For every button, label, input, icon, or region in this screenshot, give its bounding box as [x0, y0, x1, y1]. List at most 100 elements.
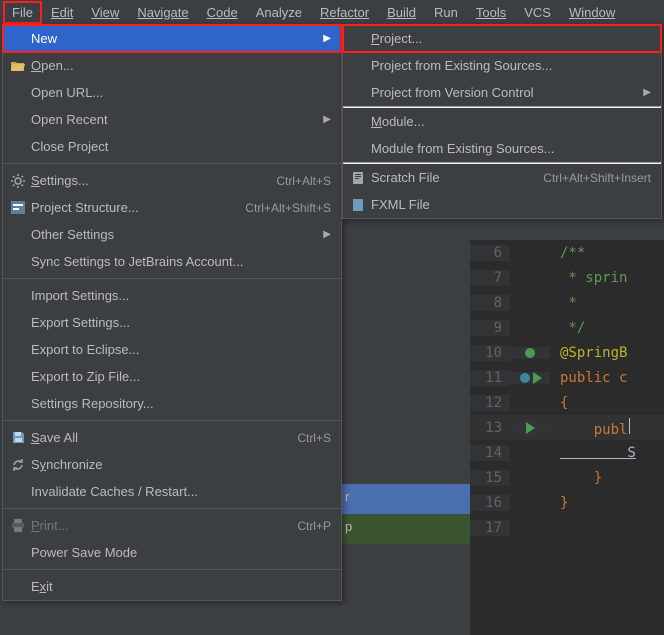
file-menu-dropdown: New ▶ OOpen...pen... Open URL... Open Re… — [2, 24, 342, 601]
file-invalidate-caches[interactable]: Invalidate Caches / Restart... — [3, 478, 341, 505]
file-open-recent[interactable]: Open Recent ▶ — [3, 106, 341, 133]
new-project[interactable]: Project... — [343, 25, 661, 52]
file-save-all-label: Save All — [31, 430, 297, 445]
bg-hint-p — [340, 514, 470, 544]
new-submenu: Project... Project from Existing Sources… — [342, 24, 662, 219]
file-open-label: OOpen...pen... — [31, 58, 331, 73]
new-project-vcs-label: Project from Version Control — [371, 85, 641, 100]
line-number: 17 — [470, 520, 510, 536]
file-close-project-label: Close Project — [31, 139, 331, 154]
file-open[interactable]: OOpen...pen... — [3, 52, 341, 79]
file-export-eclipse[interactable]: Export to Eclipse... — [3, 336, 341, 363]
line-number: 7 — [470, 270, 510, 286]
file-settings-repository[interactable]: Settings Repository... — [3, 390, 341, 417]
new-fxml-file[interactable]: FXML File — [343, 191, 661, 218]
file-import-settings[interactable]: Import Settings... — [3, 282, 341, 309]
bg-letter-p: p — [345, 519, 352, 534]
file-project-structure[interactable]: Project Structure... Ctrl+Alt+Shift+S — [3, 194, 341, 221]
file-save-all[interactable]: Save All Ctrl+S — [3, 424, 341, 451]
file-export-settings[interactable]: Export Settings... — [3, 309, 341, 336]
new-module-label: Module... — [371, 114, 651, 129]
menu-run[interactable]: Run — [426, 2, 466, 23]
submenu-arrow-icon: ▶ — [321, 33, 331, 44]
file-power-save[interactable]: Power Save Mode — [3, 539, 341, 566]
line-number: 8 — [470, 295, 510, 311]
new-scratch-file-label: Scratch File — [371, 170, 543, 185]
new-project-existing-label: Project from Existing Sources... — [371, 58, 651, 73]
file-export-settings-label: Export Settings... — [31, 315, 331, 330]
file-new[interactable]: New ▶ — [3, 25, 341, 52]
file-open-recent-label: Open Recent — [31, 112, 321, 127]
menu-build[interactable]: Build — [379, 2, 424, 23]
menu-code[interactable]: Code — [199, 2, 246, 23]
new-fxml-file-label: FXML File — [371, 197, 651, 212]
text-caret — [629, 418, 630, 434]
file-print[interactable]: Print... Ctrl+P — [3, 512, 341, 539]
file-print-label: Print... — [31, 518, 297, 533]
menu-separator — [3, 508, 341, 509]
settings-icon — [9, 172, 27, 190]
code-line: publ — [550, 418, 630, 438]
play-icon — [526, 422, 535, 434]
menu-file[interactable]: File — [4, 2, 41, 23]
submenu-arrow-icon: ▶ — [321, 229, 331, 240]
new-project-vcs[interactable]: Project from Version Control ▶ — [343, 79, 661, 106]
menu-view[interactable]: View — [83, 2, 127, 23]
line-number: 12 — [470, 395, 510, 411]
menu-refactor[interactable]: Refactor — [312, 2, 377, 23]
new-module-existing[interactable]: Module from Existing Sources... — [343, 135, 661, 162]
menu-analyze[interactable]: Analyze — [248, 2, 310, 23]
run-gutter-icon[interactable] — [510, 422, 550, 434]
code-line: */ — [550, 320, 585, 336]
file-synchronize[interactable]: Synchronize — [3, 451, 341, 478]
file-power-save-label: Power Save Mode — [31, 545, 331, 560]
fxml-file-icon — [349, 196, 367, 214]
code-line: @SpringB — [550, 345, 627, 361]
file-settings-label: Settings... — [31, 173, 276, 188]
sync-icon — [9, 456, 27, 474]
new-project-existing[interactable]: Project from Existing Sources... — [343, 52, 661, 79]
line-number: 16 — [470, 495, 510, 511]
project-structure-icon — [9, 199, 27, 217]
file-export-zip[interactable]: Export to Zip File... — [3, 363, 341, 390]
file-exit[interactable]: Exit — [3, 573, 341, 600]
code-line: { — [550, 395, 568, 411]
file-sync-settings[interactable]: Sync Settings to JetBrains Account... — [3, 248, 341, 275]
file-export-zip-label: Export to Zip File... — [31, 369, 331, 384]
save-icon — [9, 429, 27, 447]
menu-navigate[interactable]: Navigate — [129, 2, 196, 23]
code-editor[interactable]: 6/** 7 * sprin 8 * 9 */ 10@SpringB 11pub… — [470, 240, 664, 635]
print-icon — [9, 517, 27, 535]
line-number: 14 — [470, 445, 510, 461]
new-project-label: Project... — [371, 31, 651, 46]
bg-letter-r: r — [345, 489, 349, 504]
file-settings[interactable]: Settings... Ctrl+Alt+S — [3, 167, 341, 194]
file-synchronize-label: Synchronize — [31, 457, 331, 472]
new-module[interactable]: Module... — [343, 108, 661, 135]
menu-edit[interactable]: Edit — [43, 2, 81, 23]
code-line: * — [550, 295, 577, 311]
menu-tools[interactable]: Tools — [468, 2, 514, 23]
file-exit-label: Exit — [31, 579, 331, 594]
file-other-settings[interactable]: Other Settings ▶ — [3, 221, 341, 248]
file-new-label: New — [31, 31, 321, 46]
line-number: 15 — [470, 470, 510, 486]
menu-window[interactable]: Window — [561, 2, 623, 23]
run-gutter-icon[interactable] — [510, 372, 550, 384]
menu-separator — [3, 278, 341, 279]
file-import-settings-label: Import Settings... — [31, 288, 331, 303]
file-project-structure-shortcut: Ctrl+Alt+Shift+S — [245, 201, 331, 215]
file-sync-settings-label: Sync Settings to JetBrains Account... — [31, 254, 331, 269]
code-line: } — [550, 470, 602, 486]
run-gutter-icon[interactable] — [510, 347, 550, 359]
file-close-project[interactable]: Close Project — [3, 133, 341, 160]
file-project-structure-label: Project Structure... — [31, 200, 245, 215]
menu-vcs[interactable]: VCS — [516, 2, 559, 23]
file-open-url[interactable]: Open URL... — [3, 79, 341, 106]
code-line: public c — [550, 370, 627, 386]
file-open-url-label: Open URL... — [31, 85, 331, 100]
new-scratch-file[interactable]: Scratch File Ctrl+Alt+Shift+Insert — [343, 164, 661, 191]
code-line: * sprin — [550, 270, 627, 286]
scratch-file-icon — [349, 169, 367, 187]
new-scratch-file-shortcut: Ctrl+Alt+Shift+Insert — [543, 171, 651, 185]
